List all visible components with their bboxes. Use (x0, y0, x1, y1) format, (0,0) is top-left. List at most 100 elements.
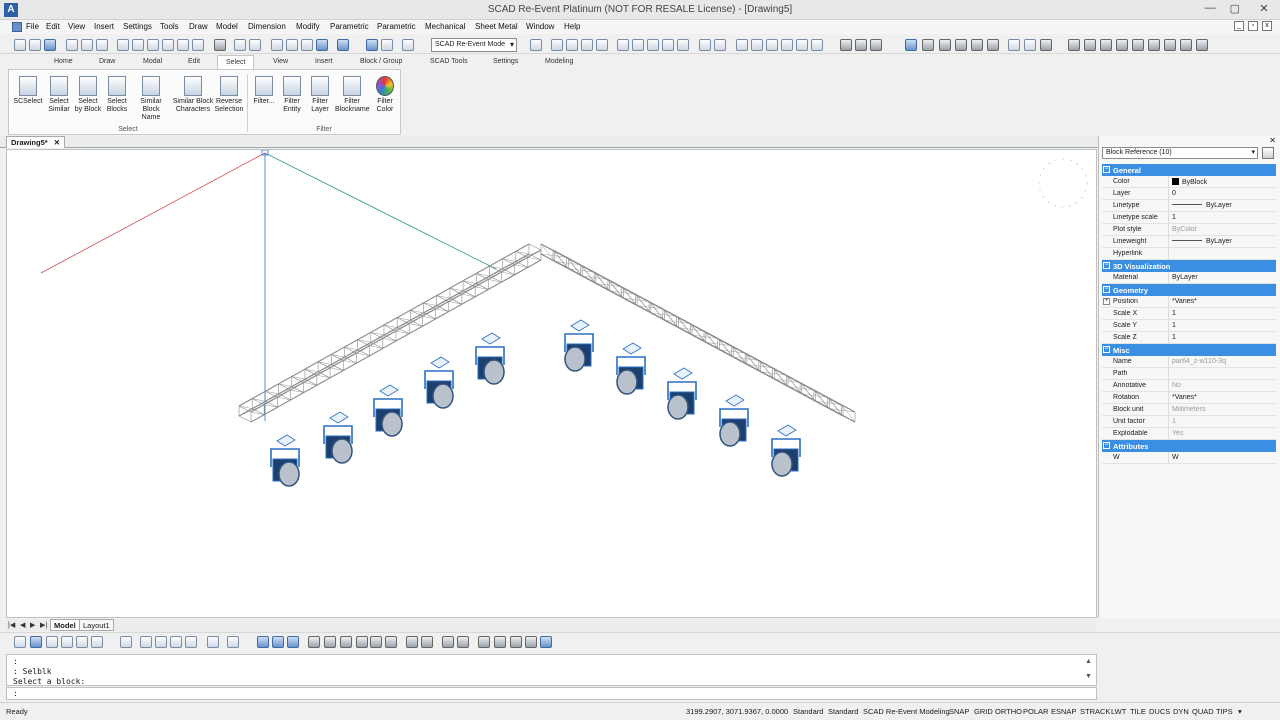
property-row[interactable]: Color ByBlock (1102, 176, 1276, 188)
property-value[interactable]: Yes (1172, 430, 1276, 437)
paste-icon[interactable] (147, 39, 159, 51)
command-input[interactable]: : (6, 687, 1097, 700)
right-view-icon[interactable] (766, 39, 778, 51)
redo-icon[interactable] (249, 39, 261, 51)
layer-icon[interactable] (271, 39, 283, 51)
draw-order-icon[interactable] (76, 636, 88, 648)
select-similar-button[interactable]: Select Similar (44, 76, 74, 114)
property-value[interactable]: ByColor (1172, 226, 1276, 233)
model-viewport[interactable] (7, 150, 1097, 618)
property-value[interactable]: *Varies* (1172, 298, 1276, 305)
minimize-button[interactable]: — (1205, 2, 1216, 15)
property-row[interactable]: Plot style ByColor (1102, 224, 1276, 236)
status-tips-toggle[interactable]: TIPS (1216, 707, 1233, 716)
status-lwt-toggle[interactable]: LWT (1111, 707, 1126, 716)
document-icon[interactable] (12, 22, 22, 32)
orbit-icon[interactable] (632, 39, 644, 51)
tab-insert[interactable]: Insert (315, 58, 333, 65)
menu-draw[interactable]: Draw (189, 22, 208, 31)
zoom-in-icon[interactable] (566, 39, 578, 51)
property-row[interactable]: Unit factor 1 (1102, 416, 1276, 428)
viewport-3-icon[interactable] (170, 636, 182, 648)
property-row[interactable]: Linetype ByLayer (1102, 200, 1276, 212)
select-by-block-button[interactable]: Select by Block (73, 76, 103, 114)
menu-insert[interactable]: Insert (94, 22, 114, 31)
wireframe-icon[interactable] (855, 39, 867, 51)
render-icon[interactable] (662, 39, 674, 51)
property-value[interactable]: ByBlock (1172, 178, 1276, 186)
select-blocks-button[interactable]: Select Blocks (102, 76, 132, 114)
pan-realtime-icon[interactable] (617, 39, 629, 51)
zoom-extents-icon[interactable] (530, 39, 542, 51)
menu-sheet-metal[interactable]: Sheet Metal (475, 22, 518, 31)
design-center-icon[interactable] (46, 636, 58, 648)
status-grid-toggle[interactable]: GRID (974, 707, 993, 716)
property-row[interactable]: Layer 0 (1102, 188, 1276, 200)
last-layout-arrow[interactable]: ▶| (40, 621, 47, 629)
print-preview-icon[interactable] (66, 39, 78, 51)
par-can-fixture[interactable] (475, 332, 505, 385)
filter-blockname-button[interactable]: Filter Blockname (335, 76, 370, 114)
menu-dimension[interactable]: Dimension (248, 22, 286, 31)
new-icon[interactable] (14, 39, 26, 51)
export-icon[interactable] (478, 636, 490, 648)
zoom-previous-icon[interactable] (596, 39, 608, 51)
tab-scad-tools[interactable]: SCAD Tools (430, 58, 468, 65)
sun-icon[interactable] (385, 636, 397, 648)
tab-layout1[interactable]: Layout1 (79, 619, 114, 631)
settings-icon[interactable] (1040, 39, 1052, 51)
named-view-icon[interactable] (120, 636, 132, 648)
collapse-toggle-icon[interactable]: − (1103, 286, 1110, 293)
undo-icon[interactable] (234, 39, 246, 51)
collapse-toggle-icon[interactable]: − (1103, 442, 1110, 449)
back-view-icon[interactable] (781, 39, 793, 51)
property-value[interactable]: 1 (1172, 310, 1276, 317)
insert-link-icon[interactable] (272, 636, 284, 648)
menu-window[interactable]: Window (526, 22, 554, 31)
mdi-close-button[interactable]: x (1262, 21, 1272, 31)
section-header[interactable]: −3D Visualization (1102, 260, 1276, 272)
property-row[interactable]: Lineweight ByLayer (1102, 236, 1276, 248)
tab-model[interactable]: Model (50, 619, 80, 631)
publish-icon[interactable] (96, 39, 108, 51)
menu-view[interactable]: View (68, 22, 85, 31)
measure-icon[interactable] (1024, 39, 1036, 51)
section-header[interactable]: − Attributes (1102, 440, 1276, 452)
status-ortho-toggle[interactable]: ORTHO (995, 707, 1022, 716)
property-value[interactable]: par64_z-w110-3q (1172, 358, 1276, 365)
close-tab-icon[interactable]: ✕ (54, 138, 60, 147)
cone-icon[interactable] (971, 39, 983, 51)
top-view-icon[interactable] (714, 39, 726, 51)
first-layout-arrow[interactable]: |◀ (8, 621, 15, 629)
truss-icon[interactable] (1068, 39, 1080, 51)
report-icon[interactable] (1164, 39, 1176, 51)
copy-icon[interactable] (132, 39, 144, 51)
status-polar-toggle[interactable]: POLAR (1023, 707, 1048, 716)
light-icon[interactable] (324, 636, 336, 648)
open-icon[interactable] (29, 39, 41, 51)
animate-icon[interactable] (442, 636, 454, 648)
par-can-fixture[interactable] (564, 319, 594, 372)
menu-edit[interactable]: Edit (46, 22, 60, 31)
rigging-icon[interactable] (1148, 39, 1160, 51)
clip-icon[interactable] (207, 636, 219, 648)
maximize-button[interactable]: ▢ (1230, 2, 1240, 15)
similar-block-name-button[interactable]: Similar Block Name (134, 76, 168, 122)
property-row[interactable]: Name par64_z-w110-3q (1102, 356, 1276, 368)
help-icon[interactable] (337, 39, 349, 51)
status-strack-toggle[interactable]: STRACK (1080, 707, 1110, 716)
filter-layer-button[interactable]: Filter Layer (305, 76, 335, 114)
viewport-4-icon[interactable] (185, 636, 197, 648)
menu-help[interactable]: Help (564, 22, 580, 31)
property-value[interactable]: 0 (1172, 190, 1276, 197)
mdi-minimize-button[interactable]: _ (1234, 21, 1244, 31)
close-button[interactable]: ✕ (1254, 2, 1274, 15)
cube-view-icon[interactable] (699, 39, 711, 51)
walk-icon[interactable] (406, 636, 418, 648)
collapse-toggle-icon[interactable]: − (1103, 346, 1110, 353)
menu-model[interactable]: Model (216, 22, 238, 31)
tab-modeling[interactable]: Modeling (545, 58, 573, 65)
tab-draw[interactable]: Draw (99, 58, 115, 65)
cylinder-icon[interactable] (939, 39, 951, 51)
property-value[interactable]: W (1172, 454, 1276, 461)
